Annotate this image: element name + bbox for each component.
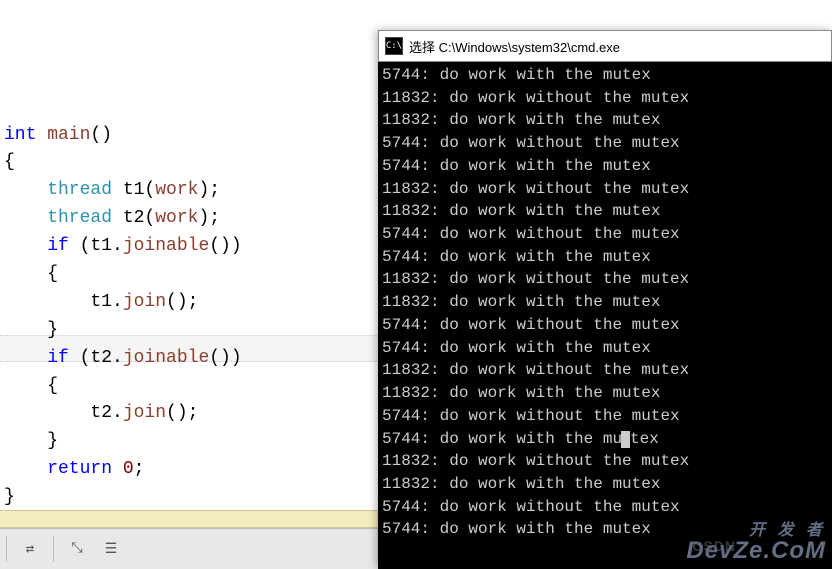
code-brace: { xyxy=(4,264,58,284)
cmd-output-line: 11832: do work without the mutex xyxy=(382,359,828,382)
code-class: thread xyxy=(4,180,112,200)
cmd-output-line: 5744: do work with the mutex xyxy=(382,246,828,269)
code-funcname: main xyxy=(36,125,90,145)
cmd-output-line: 5744: do work without the mutex xyxy=(382,223,828,246)
cmd-title: 选择 C:\Windows\system32\cmd.exe xyxy=(409,37,620,56)
code-keyword: if xyxy=(4,236,69,256)
code-content: int main() { thread t1(work); thread t2(… xyxy=(4,94,380,540)
cmd-output-line: 5744: do work with the mutex xyxy=(382,64,828,87)
code-class: thread xyxy=(4,208,112,228)
code-text: ); xyxy=(198,180,220,200)
code-brace: } xyxy=(4,320,58,340)
code-text: t2. xyxy=(4,403,123,423)
code-arg: work xyxy=(155,208,198,228)
code-brace: { xyxy=(4,376,58,396)
cmd-output-line: 11832: do work with the mutex xyxy=(382,382,828,405)
cmd-output-line: 5744: do work without the mutex xyxy=(382,405,828,428)
cmd-output-line: 5744: do work without the mutex xyxy=(382,314,828,337)
code-keyword: return xyxy=(4,459,112,479)
cmd-output-line: 5744: do work with the mutex xyxy=(382,337,828,360)
cmd-output-line: 5744: do work without the mutex xyxy=(382,496,828,519)
cmd-output-line: 11832: do work with the mutex xyxy=(382,200,828,223)
code-text: t2( xyxy=(112,208,155,228)
code-brace: { xyxy=(4,152,15,172)
code-text: t1( xyxy=(112,180,155,200)
code-brace: } xyxy=(4,487,15,507)
code-text: (t2. xyxy=(69,348,123,368)
code-text: t1. xyxy=(4,292,123,312)
code-text: (); xyxy=(166,292,198,312)
code-keyword: if xyxy=(4,348,69,368)
cmd-output-line: 11832: do work with the mutex xyxy=(382,473,828,496)
cmd-window[interactable]: C:\ 选择 C:\Windows\system32\cmd.exe 5744:… xyxy=(378,30,832,569)
code-method: joinable xyxy=(123,348,209,368)
cmd-cursor xyxy=(621,431,630,448)
code-number: 0 xyxy=(112,459,134,479)
code-text: ()) xyxy=(209,348,241,368)
cmd-output-line: 5744: do work with the mutex xyxy=(382,428,828,451)
code-method: joinable xyxy=(123,236,209,256)
cmd-output-line: 11832: do work with the mutex xyxy=(382,109,828,132)
cmd-output-line: 5744: do work with the mutex xyxy=(382,155,828,178)
code-keyword: int xyxy=(4,125,36,145)
cmd-icon: C:\ xyxy=(385,37,403,55)
cmd-output-line: 11832: do work without the mutex xyxy=(382,450,828,473)
cmd-output-line: 5744: do work with the mutex xyxy=(382,518,828,541)
cmd-output[interactable]: 5744: do work with the mutex11832: do wo… xyxy=(378,62,832,569)
code-paren: () xyxy=(90,125,112,145)
cmd-output-line: 11832: do work without the mutex xyxy=(382,87,828,110)
code-text: ()) xyxy=(209,236,241,256)
cmd-output-line: 11832: do work without the mutex xyxy=(382,178,828,201)
code-arg: work xyxy=(155,180,198,200)
cmd-titlebar[interactable]: C:\ 选择 C:\Windows\system32\cmd.exe xyxy=(378,30,832,62)
code-brace: } xyxy=(4,431,58,451)
code-method: join xyxy=(123,403,166,423)
cmd-output-line: 11832: do work without the mutex xyxy=(382,268,828,291)
code-text: ); xyxy=(198,208,220,228)
cmd-output-line: 5744: do work without the mutex xyxy=(382,132,828,155)
code-method: join xyxy=(123,292,166,312)
code-text: ; xyxy=(134,459,145,479)
code-editor[interactable]: int main() { thread t1(work); thread t2(… xyxy=(0,0,380,510)
code-text: (); xyxy=(166,403,198,423)
code-text: (t1. xyxy=(69,236,123,256)
cmd-output-line: 11832: do work with the mutex xyxy=(382,291,828,314)
